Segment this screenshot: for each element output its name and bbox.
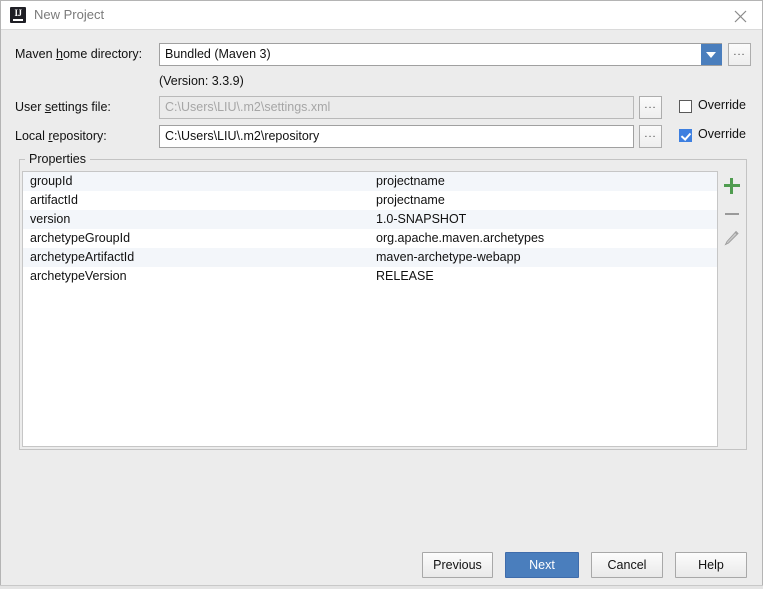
cancel-button[interactable]: Cancel xyxy=(591,552,663,578)
checkbox-box xyxy=(679,129,692,142)
edit-property-button[interactable] xyxy=(721,228,743,250)
maven-home-value: Bundled (Maven 3) xyxy=(165,47,271,61)
property-value: 1.0-SNAPSHOT xyxy=(376,212,467,226)
chevron-down-icon xyxy=(706,52,716,58)
add-property-button[interactable] xyxy=(721,175,743,197)
maven-version-note: (Version: 3.3.9) xyxy=(159,74,244,88)
help-button[interactable]: Help xyxy=(675,552,747,578)
local-repository-browse-button[interactable]: ... xyxy=(639,125,662,148)
property-name: artifactId xyxy=(30,193,78,207)
user-settings-label: User settings file: xyxy=(15,100,111,114)
property-value: RELEASE xyxy=(376,269,434,283)
local-repository-label: Local repository: xyxy=(15,129,107,143)
previous-button[interactable]: Previous xyxy=(422,552,493,578)
close-icon xyxy=(734,10,747,23)
user-settings-input[interactable]: C:\Users\LIU\.m2\settings.xml xyxy=(159,96,634,119)
table-row[interactable]: archetypeGroupId org.apache.maven.archety… xyxy=(23,229,717,248)
close-button[interactable] xyxy=(718,1,762,29)
local-repository-value: C:\Users\LIU\.m2\repository xyxy=(165,129,320,143)
properties-group-title: Properties xyxy=(25,152,90,166)
table-row[interactable]: version 1.0-SNAPSHOT xyxy=(23,210,717,229)
checkbox-box xyxy=(679,100,692,113)
property-name: archetypeVersion xyxy=(30,269,127,283)
maven-home-dropdown-button[interactable] xyxy=(701,44,722,65)
property-value: projectname xyxy=(376,174,445,188)
table-row[interactable]: archetypeArtifactId maven-archetype-webap… xyxy=(23,248,717,267)
local-repository-input[interactable]: C:\Users\LIU\.m2\repository xyxy=(159,125,634,148)
title-bar: IJ New Project xyxy=(1,1,762,30)
local-repository-override-label: Override xyxy=(698,127,746,141)
new-project-dialog: IJ New Project Maven home directory: Bun… xyxy=(0,0,763,585)
property-value: projectname xyxy=(376,193,445,207)
maven-home-label: Maven home directory: xyxy=(15,47,143,61)
pencil-icon xyxy=(724,230,739,246)
properties-table[interactable]: groupId projectname artifactId projectname v… xyxy=(22,171,718,447)
property-value: maven-archetype-webapp xyxy=(376,250,521,264)
table-row[interactable]: artifactId projectname xyxy=(23,191,717,210)
property-name: groupId xyxy=(30,174,73,188)
window-title: New Project xyxy=(34,7,105,22)
remove-property-button[interactable] xyxy=(721,203,743,225)
user-settings-value: C:\Users\LIU\.m2\settings.xml xyxy=(165,100,331,114)
property-name: archetypeGroupId xyxy=(30,231,131,245)
maven-home-combobox[interactable]: Bundled (Maven 3) xyxy=(159,43,722,66)
property-name: archetypeArtifactId xyxy=(30,250,135,264)
next-button[interactable]: Next xyxy=(505,552,579,578)
table-row[interactable]: groupId projectname xyxy=(23,172,717,191)
user-settings-browse-button[interactable]: ... xyxy=(639,96,662,119)
property-value: org.apache.maven.archetypes xyxy=(376,231,545,245)
background-window-sliver xyxy=(0,585,763,589)
table-row[interactable]: archetypeVersion RELEASE xyxy=(23,267,717,286)
intellij-idea-icon: IJ xyxy=(10,7,26,23)
property-name: version xyxy=(30,212,71,226)
user-settings-override-label: Override xyxy=(698,98,746,112)
minus-icon xyxy=(725,213,739,215)
maven-home-browse-button[interactable]: ... xyxy=(728,43,751,66)
